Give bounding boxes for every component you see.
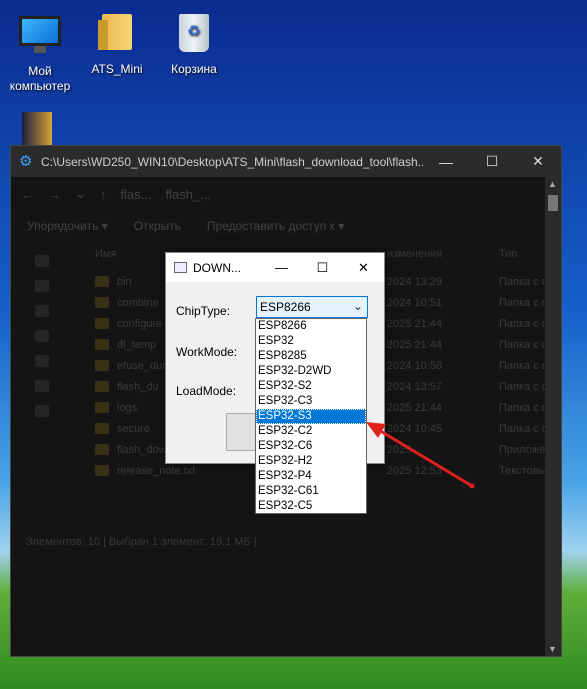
folder-icon: [95, 318, 109, 329]
nav-item-icon[interactable]: [35, 380, 49, 392]
close-button[interactable]: ✕: [515, 153, 561, 170]
folder-icon: [95, 339, 109, 350]
dialog-close-button[interactable]: ✕: [343, 260, 384, 276]
chip-type-select[interactable]: ESP8266 ⌄: [256, 296, 368, 318]
navigation-pane: [11, 242, 71, 532]
folder-icon: [95, 423, 109, 434]
column-header-type[interactable]: Тип: [499, 248, 517, 260]
file-type: Приложен: [499, 444, 552, 456]
desktop-icon-label: ATS_Mini: [91, 62, 143, 76]
recycle-bin-icon: [179, 14, 209, 52]
command-bar: Упорядочить ▾ Открыть Предоставить досту…: [11, 211, 561, 241]
column-header-date[interactable]: изменения: [387, 248, 442, 260]
share-button[interactable]: Предоставить доступ к ▾: [207, 219, 344, 233]
forward-arrow-icon[interactable]: →: [48, 187, 61, 202]
work-mode-label: WorkMode:: [176, 345, 238, 359]
path-segment[interactable]: flash_...: [165, 187, 211, 202]
desktop-icon-label: Корзина: [171, 62, 217, 76]
status-bar: Элементов: 10 | Выбран 1 элемент: 19,1 М…: [25, 536, 257, 548]
dropdown-option[interactable]: ESP32-S3: [256, 409, 366, 424]
nav-item-icon[interactable]: [35, 255, 49, 267]
dropdown-option[interactable]: ESP32-H2: [256, 454, 366, 469]
file-name: logs: [117, 402, 138, 414]
file-name: dl_temp: [117, 339, 157, 351]
explorer-title: C:\Users\WD250_WIN10\Desktop\ATS_Mini\fl…: [41, 154, 423, 169]
folder-icon: [95, 297, 109, 308]
desktop-icon-ats-mini[interactable]: ATS_Mini: [79, 10, 155, 77]
dropdown-option[interactable]: ESP8285: [256, 349, 366, 364]
file-name: secure: [117, 423, 151, 435]
explorer-titlebar[interactable]: ⚙ C:\Users\WD250_WIN10\Desktop\ATS_Mini\…: [11, 146, 561, 177]
dropdown-option[interactable]: ESP32: [256, 334, 366, 349]
gear-icon: ⚙: [19, 152, 33, 170]
folder-icon: [95, 444, 109, 455]
folder-icon: [95, 402, 109, 413]
dropdown-option[interactable]: ESP32-D2WD: [256, 364, 366, 379]
scroll-up-icon[interactable]: ▲: [548, 179, 557, 189]
nav-item-icon[interactable]: [35, 305, 49, 317]
chip-type-label: ChipType:: [176, 304, 231, 318]
file-date: 2025 21:44: [387, 318, 443, 330]
up-arrow-icon[interactable]: ↑: [100, 187, 107, 202]
dialog-title: DOWN...: [193, 260, 241, 275]
path-segment[interactable]: flas...: [120, 187, 151, 202]
folder-icon: [95, 381, 109, 392]
file-date: 2024 13:29: [387, 276, 443, 288]
desktop-icon-label: Мой компьютер: [9, 64, 71, 93]
dropdown-chevron-icon[interactable]: ⌄: [75, 186, 86, 202]
dialog-maximize-button[interactable]: ☐: [302, 260, 343, 276]
file-name: combine: [117, 297, 159, 309]
nav-item-icon[interactable]: [35, 405, 49, 417]
back-arrow-icon[interactable]: ←: [21, 187, 34, 202]
dialog-minimize-button[interactable]: —: [261, 260, 302, 275]
annotation-arrow: [366, 422, 475, 489]
file-name: efuse_dum: [117, 360, 172, 372]
file-name: bin: [117, 276, 132, 288]
file-name: flash_dow: [117, 444, 167, 456]
nav-item-icon[interactable]: [35, 355, 49, 367]
folder-icon: [98, 14, 132, 50]
open-button[interactable]: Открыть: [134, 219, 181, 233]
file-name: configure: [117, 318, 163, 330]
dropdown-option[interactable]: ESP32-P4: [256, 469, 366, 484]
file-date: 2025 21:44: [387, 339, 443, 351]
desktop-icon-recycle-bin[interactable]: Корзина: [156, 10, 232, 77]
file-date: 2024 13:57: [387, 381, 443, 393]
dropdown-option[interactable]: ESP32-C61: [256, 484, 366, 499]
file-type: Текстовы: [499, 465, 547, 477]
book-icon[interactable]: [22, 112, 52, 146]
file-name: flash_du: [117, 381, 159, 393]
scroll-thumb[interactable]: [548, 195, 558, 211]
organize-button[interactable]: Упорядочить ▾: [27, 219, 108, 233]
load-mode-label: LoadMode:: [176, 384, 237, 398]
maximize-button[interactable]: ☐: [469, 153, 515, 170]
file-name: release_note.txt: [117, 465, 196, 477]
column-header-name[interactable]: Имя: [95, 248, 116, 260]
address-bar: ← → ⌄ ↑ flas... flash_...: [11, 177, 561, 211]
nav-item-icon[interactable]: [35, 330, 49, 342]
file-date: 2024 10:58: [387, 360, 443, 372]
dialog-titlebar[interactable]: DOWN... — ☐ ✕: [166, 253, 384, 282]
folder-icon: [95, 360, 109, 371]
dropdown-option[interactable]: ESP32-C3: [256, 394, 366, 409]
desktop-icon-my-computer[interactable]: Мой компьютер: [2, 10, 78, 94]
dropdown-option[interactable]: ESP32-S2: [256, 379, 366, 394]
folder-icon: [95, 276, 109, 287]
dropdown-option[interactable]: ESP32-C5: [256, 499, 366, 514]
folder-icon: [95, 465, 109, 476]
dropdown-option[interactable]: ESP32-C2: [256, 424, 366, 439]
chip-type-value: ESP8266: [260, 300, 311, 314]
dropdown-option[interactable]: ESP32-C6: [256, 439, 366, 454]
computer-icon: [19, 16, 61, 53]
app-window-icon: [174, 262, 187, 273]
nav-item-icon[interactable]: [35, 280, 49, 292]
file-date: 2024 10:51: [387, 297, 443, 309]
minimize-button[interactable]: —: [423, 154, 469, 170]
chip-type-dropdown-list: ESP8266 ESP32 ESP8285 ESP32-D2WD ESP32-S2 ESP…: [255, 318, 367, 514]
chevron-down-icon: ⌄: [352, 299, 363, 313]
dropdown-option[interactable]: ESP8266: [256, 319, 366, 334]
vertical-scrollbar[interactable]: ▲ ▼: [545, 177, 561, 656]
scroll-down-icon[interactable]: ▼: [548, 644, 557, 654]
